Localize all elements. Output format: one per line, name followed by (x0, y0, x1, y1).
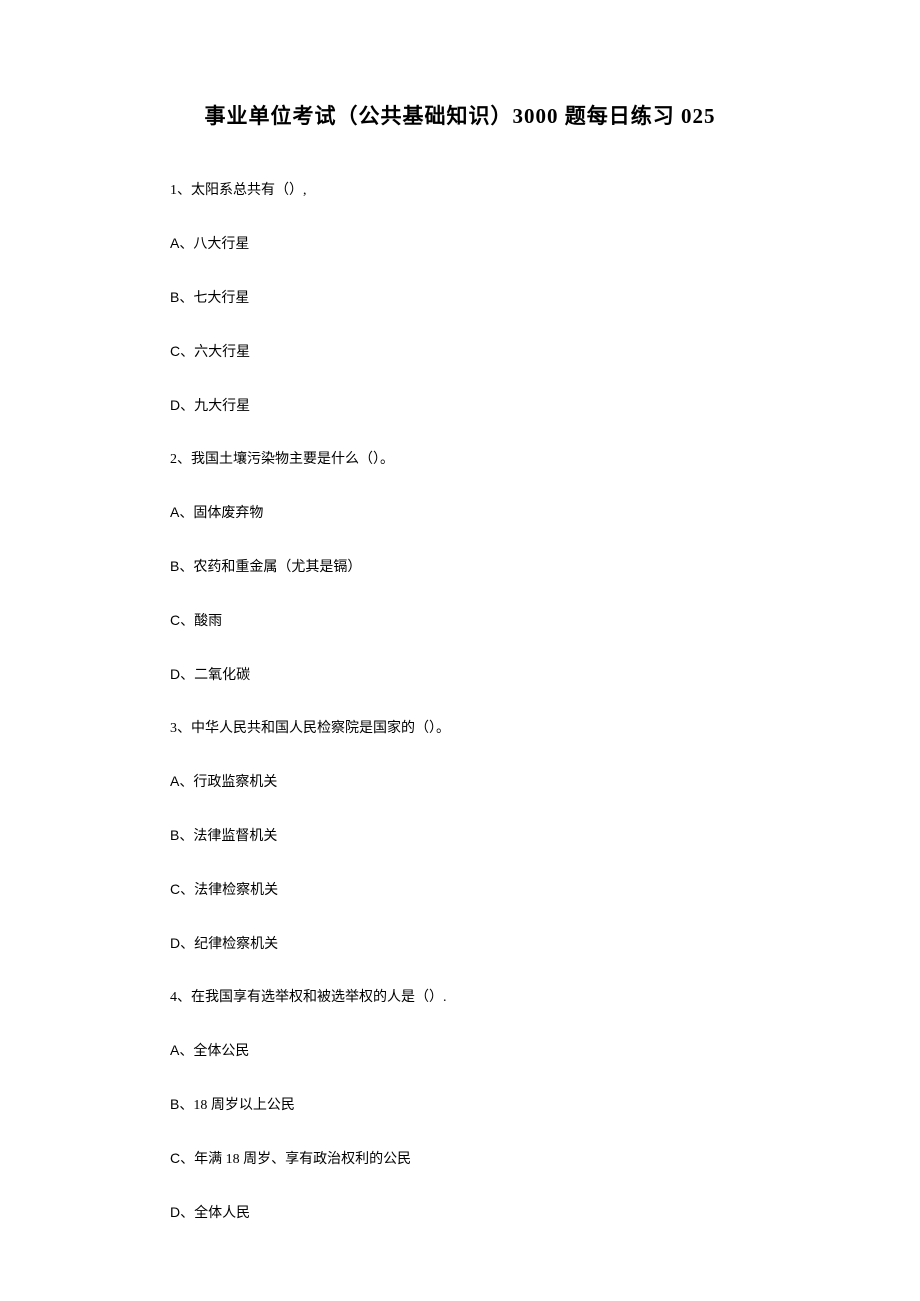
option-label: A (170, 504, 179, 520)
option-text: 、18 周岁以上公民 (179, 1098, 295, 1113)
option: C、六大行星 (170, 341, 750, 363)
option-label: C (170, 612, 180, 628)
option: B、农药和重金属（尤其是镉） (170, 556, 750, 578)
question-text: 3、中华人民共和国人民检察院是国家的（）。 (170, 718, 750, 739)
questions-container: 1、太阳系总共有（）,A、八大行星B、七大行星C、六大行星D、九大行星2、我国土… (170, 180, 750, 1224)
option-text: 、九大行星 (180, 399, 250, 414)
page-title: 事业单位考试（公共基础知识）3000 题每日练习 025 (170, 100, 750, 130)
option-text: 、八大行星 (179, 237, 249, 252)
option: D、纪律检察机关 (170, 933, 750, 955)
option: D、二氧化碳 (170, 664, 750, 686)
option: C、法律检察机关 (170, 879, 750, 901)
option: A、固体废弃物 (170, 502, 750, 524)
option-text: 、二氧化碳 (180, 668, 250, 683)
option-text: 、六大行星 (180, 345, 250, 360)
option-text: 、全体人民 (180, 1206, 250, 1221)
option: A、八大行星 (170, 233, 750, 255)
option-text: 、农药和重金属（尤其是镉） (179, 560, 361, 575)
option-text: 、全体公民 (179, 1044, 249, 1059)
option: C、年满 18 周岁、享有政治权利的公民 (170, 1148, 750, 1170)
option-label: D (170, 666, 180, 682)
option-label: A (170, 235, 179, 251)
option: D、九大行星 (170, 395, 750, 417)
option: A、行政监察机关 (170, 771, 750, 793)
option-label: B (170, 558, 179, 574)
option-label: C (170, 343, 180, 359)
option-text: 、年满 18 周岁、享有政治权利的公民 (180, 1152, 411, 1167)
option-label: C (170, 1150, 180, 1166)
option-text: 、法律检察机关 (180, 883, 278, 898)
option: B、18 周岁以上公民 (170, 1094, 750, 1116)
option: C、酸雨 (170, 610, 750, 632)
option-label: B (170, 1096, 179, 1112)
option-label: D (170, 935, 180, 951)
option: B、七大行星 (170, 287, 750, 309)
option-label: C (170, 881, 180, 897)
option-text: 、纪律检察机关 (180, 937, 278, 952)
option-label: A (170, 1042, 179, 1058)
option-text: 、行政监察机关 (179, 775, 277, 790)
option-text: 、法律监督机关 (179, 829, 277, 844)
option-label: D (170, 397, 180, 413)
question-text: 1、太阳系总共有（）, (170, 180, 750, 201)
option: B、法律监督机关 (170, 825, 750, 847)
option-label: B (170, 289, 179, 305)
option: A、全体公民 (170, 1040, 750, 1062)
option-text: 、固体废弃物 (179, 506, 263, 521)
option-label: A (170, 773, 179, 789)
option-label: B (170, 827, 179, 843)
option-text: 、七大行星 (179, 291, 249, 306)
option-label: D (170, 1204, 180, 1220)
question-text: 2、我国土壤污染物主要是什么（）。 (170, 449, 750, 470)
option: D、全体人民 (170, 1202, 750, 1224)
question-text: 4、在我国享有选举权和被选举权的人是（）. (170, 987, 750, 1008)
option-text: 、酸雨 (180, 614, 222, 629)
